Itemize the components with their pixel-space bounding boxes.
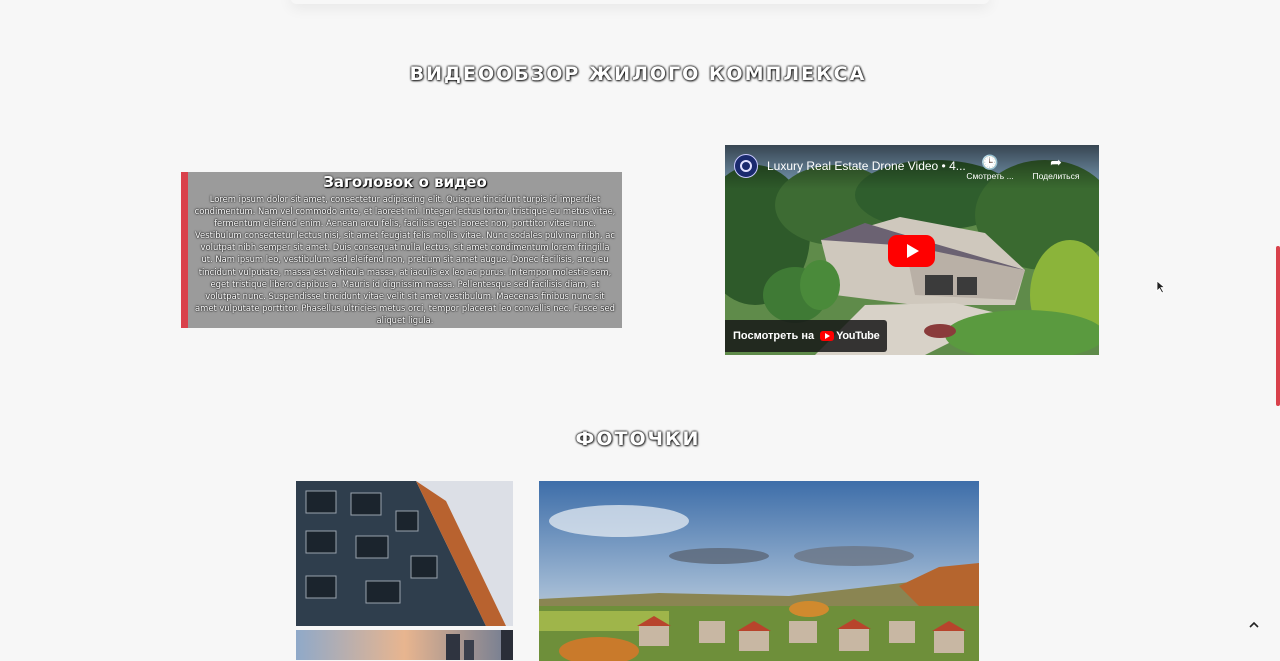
share-arrow-icon: ➦ — [1050, 154, 1062, 170]
photos-section-title: ФОТОЧКИ — [575, 427, 701, 450]
watch-later-label: Смотреть ... — [966, 171, 1014, 181]
chevron-up-icon — [1249, 621, 1259, 628]
page-scrollbar[interactable] — [1276, 0, 1280, 652]
youtube-embed[interactable]: Luxury Real Estate Drone Video • 4... 🕒 … — [725, 145, 1099, 355]
mouse-cursor-icon — [1156, 280, 1166, 294]
share-label: Поделиться — [1032, 171, 1080, 181]
video-description-text: Lorem ipsum dolor sit amet, consectetur … — [194, 194, 616, 325]
scrollbar-thumb[interactable] — [1276, 246, 1280, 406]
city-sunset-image — [296, 630, 513, 660]
share-button[interactable]: ➦ Поделиться — [1025, 154, 1087, 181]
play-button[interactable] — [888, 235, 935, 267]
youtube-wordmark: YouTube — [836, 330, 880, 342]
photo-village-landscape[interactable] — [539, 481, 979, 661]
video-description-heading: Заголовок о видео — [323, 173, 487, 191]
watch-later-button[interactable]: 🕒 Смотреть ... — [959, 154, 1021, 181]
youtube-play-icon — [820, 331, 835, 341]
back-to-top-button[interactable] — [1244, 616, 1264, 636]
apartment-building-image — [296, 481, 513, 626]
photo-apartment-building[interactable] — [296, 481, 513, 626]
watch-on-youtube-button[interactable]: Посмотреть на YouTube — [725, 320, 888, 352]
village-landscape-image — [539, 481, 979, 661]
video-description-card: Заголовок о видео Lorem ipsum dolor sit … — [181, 172, 622, 328]
watch-on-label: Посмотреть на — [733, 330, 815, 342]
photo-city-sunset[interactable] — [296, 630, 513, 660]
video-section-title: ВИДЕООБЗОР ЖИЛОГО КОМПЛЕКСА — [409, 62, 867, 85]
video-title[interactable]: Luxury Real Estate Drone Video • 4... — [767, 159, 966, 173]
clock-icon: 🕒 — [981, 154, 999, 170]
channel-avatar[interactable] — [734, 154, 758, 178]
youtube-logo: YouTube — [820, 330, 880, 342]
previous-section-card-edge — [290, 0, 990, 4]
